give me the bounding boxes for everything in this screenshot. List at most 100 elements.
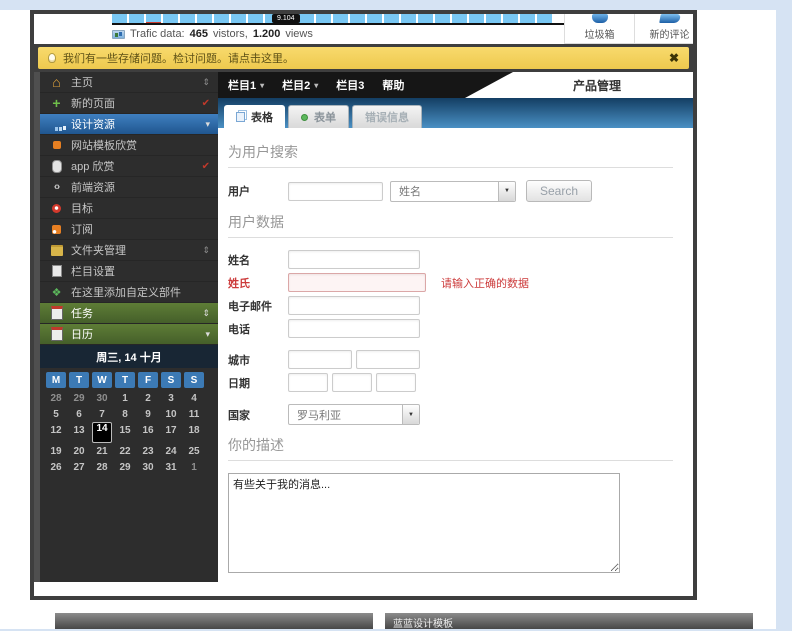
sidebar-item-add-widget[interactable]: 在这里添加自定义部件	[40, 282, 218, 303]
traffic-caption: Trafic data: 465 vistors, 1.200 views	[112, 28, 564, 40]
calendar-date[interactable]: 26	[46, 459, 66, 475]
quick-link-trash[interactable]: 垃圾箱	[564, 14, 634, 44]
nav-item-column2[interactable]: 栏目2 ▾	[282, 77, 318, 93]
calendar-date[interactable]: 1	[184, 459, 204, 475]
calendar-date[interactable]: 16	[138, 422, 158, 438]
user-label: 用户	[228, 186, 250, 198]
sidebar-item-subscribe[interactable]: 订阅	[40, 219, 218, 240]
calendar-date[interactable]: 20	[69, 443, 89, 459]
calendar-date[interactable]: 4	[184, 390, 204, 406]
sort-icon[interactable]: ⇕	[202, 308, 210, 319]
calendar-date[interactable]: 27	[69, 459, 89, 475]
pages-icon	[236, 111, 245, 122]
sidebar-item-column-settings[interactable]: 栏目设置	[40, 261, 218, 282]
alert-bar[interactable]: 我们有一些存储问题。检讨问题。请点击这里。 ✖	[38, 47, 689, 69]
nav-item-label: 栏目1	[228, 80, 257, 92]
calendar-date[interactable]: 30	[138, 459, 158, 475]
sidebar-item-frontend-resources[interactable]: 前端资源	[40, 177, 218, 198]
sidebar-item-new-page[interactable]: 新的页面 ✔	[40, 93, 218, 114]
calendar-date[interactable]: 30	[92, 390, 112, 406]
tab-form[interactable]: 表单	[288, 105, 349, 128]
nav-item-label: 栏目2	[282, 80, 311, 92]
plus-icon	[49, 97, 64, 110]
date-label: 日期	[228, 377, 250, 390]
calendar-date[interactable]: 5	[46, 406, 66, 422]
last-name-input[interactable]	[288, 273, 426, 292]
sort-icon[interactable]: ⇕	[202, 245, 210, 256]
sidebar-item-app-gallery[interactable]: app 欣赏 ✔	[40, 156, 218, 177]
search-field-select[interactable]: 姓名 ▼	[390, 180, 516, 202]
calendar-date[interactable]: 21	[92, 443, 112, 459]
chart-icon	[112, 29, 125, 39]
sort-icon[interactable]: ⇕	[202, 77, 210, 88]
traffic-visitors-label: vistors,	[212, 28, 248, 40]
calendar-date[interactable]: 1	[115, 390, 135, 406]
calendar-date[interactable]: 12	[46, 422, 66, 438]
calendar-date[interactable]: 19	[46, 443, 66, 459]
date-input-year[interactable]	[376, 373, 416, 392]
calendar-date[interactable]: 28	[92, 459, 112, 475]
orange-square-icon	[49, 139, 64, 152]
sidebar-item-goals[interactable]: 目标	[40, 198, 218, 219]
nav-item-help[interactable]: 帮助	[382, 77, 404, 93]
user-input[interactable]	[288, 181, 383, 201]
sidebar-item-folder-management[interactable]: 文件夹管理 ⇕	[40, 240, 218, 261]
sidebar-item-label: 栏目设置	[71, 266, 115, 278]
chevron-down-icon[interactable]: ▾	[205, 329, 210, 340]
city-input-1[interactable]	[288, 350, 352, 369]
check-icon: ✔	[201, 97, 210, 109]
calendar-date[interactable]: 10	[161, 406, 181, 422]
first-name-input[interactable]	[288, 250, 420, 269]
sidebar-item-tasks[interactable]: 任务 ⇕	[40, 303, 218, 324]
calendar-date[interactable]: 17	[161, 422, 181, 438]
calendar-date[interactable]: 24	[161, 443, 181, 459]
calendar-date[interactable]: 8	[115, 406, 135, 422]
calendar-date[interactable]: 31	[161, 459, 181, 475]
calendar-date[interactable]: 28	[46, 390, 66, 406]
sidebar-item-web-templates[interactable]: 网站模板欣赏	[40, 135, 218, 156]
bottom-widget-title: 蓝蓝设计模板	[393, 619, 453, 629]
country-select[interactable]: 罗马利亚 ▼	[288, 404, 420, 425]
tab-table[interactable]: 表格	[224, 105, 285, 128]
quick-link-comments[interactable]: 新的评论	[634, 14, 693, 44]
calendar-date[interactable]: 9	[138, 406, 158, 422]
tab-error-info[interactable]: 错误信息	[352, 105, 422, 128]
sidebar-item-design-resources[interactable]: 设计资源 ▾	[40, 114, 218, 135]
search-button[interactable]: Search	[526, 180, 593, 202]
calendar-date[interactable]: 11	[184, 406, 204, 422]
date-input-month[interactable]	[332, 373, 372, 392]
calendar-day-header: S	[161, 372, 181, 388]
calendar-date[interactable]: 7	[92, 406, 112, 422]
calendar-date[interactable]: 15	[115, 422, 135, 438]
description-textarea[interactable]: 有些关于我的消息...	[228, 473, 620, 573]
nav-item-column1[interactable]: 栏目1 ▾	[228, 77, 264, 93]
chevron-down-icon[interactable]: ▾	[205, 119, 210, 130]
sidebar-item-calendar[interactable]: 日历 ▾	[40, 324, 218, 345]
trash-icon	[591, 14, 608, 23]
tasks-icon	[49, 307, 64, 320]
nav-item-column3[interactable]: 栏目3	[336, 77, 364, 93]
date-input-day[interactable]	[288, 373, 328, 392]
calendar-date[interactable]: 25	[184, 443, 204, 459]
calendar-date[interactable]: 29	[115, 459, 135, 475]
close-icon[interactable]: ✖	[669, 51, 679, 65]
calendar-date[interactable]: 23	[138, 443, 158, 459]
calendar-date-selected[interactable]: 14	[92, 422, 112, 443]
calendar-date[interactable]: 2	[138, 390, 158, 406]
sidebar: 主页 ⇕ 新的页面 ✔ 设计资源 ▾ 网站模板欣赏	[34, 72, 218, 582]
select-value: 罗马利亚	[297, 409, 341, 422]
calendar-week: 26 27 28 29 30 31 1	[40, 459, 218, 475]
calendar-date[interactable]: 22	[115, 443, 135, 459]
calendar-date[interactable]: 29	[69, 390, 89, 406]
city-input-2[interactable]	[356, 350, 420, 369]
panel-title-area: 产品管理	[465, 72, 693, 98]
calendar-date[interactable]: 6	[69, 406, 89, 422]
calendar-day-header: W	[92, 372, 112, 388]
calendar-date[interactable]: 18	[184, 422, 204, 438]
sidebar-item-home[interactable]: 主页 ⇕	[40, 72, 218, 93]
phone-input[interactable]	[288, 319, 420, 338]
calendar-date[interactable]: 3	[161, 390, 181, 406]
email-input[interactable]	[288, 296, 420, 315]
map-pin-icon	[49, 202, 64, 215]
calendar-date[interactable]: 13	[69, 422, 89, 438]
